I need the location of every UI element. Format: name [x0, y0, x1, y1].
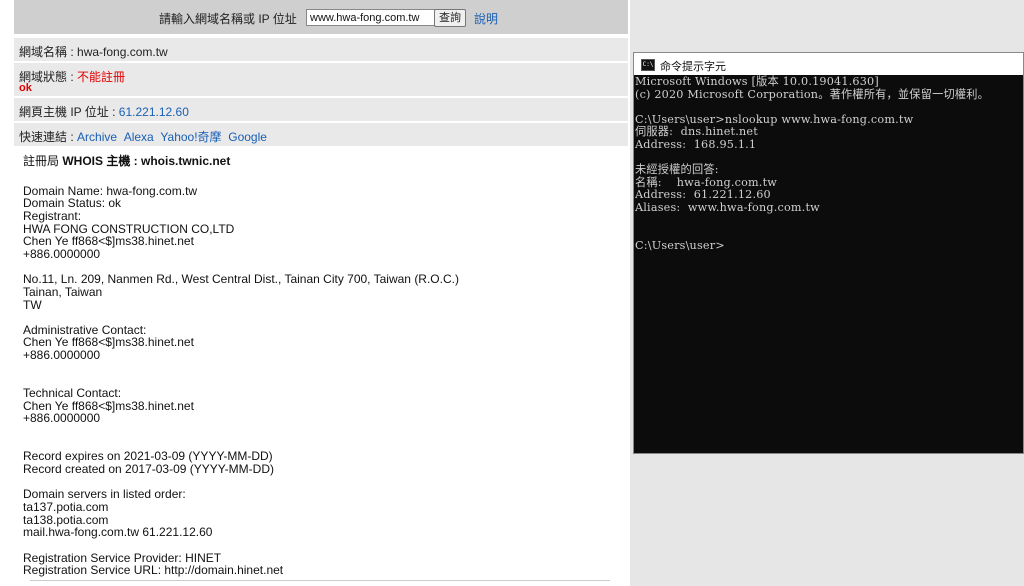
cmd-titlebar[interactable]: C:\ 命令提示字元 — [634, 53, 1023, 75]
domain-status-row: 網域狀態 : 不能註冊 ok — [14, 62, 628, 96]
cmd-app-icon: C:\ — [641, 59, 655, 71]
cmd-window-title: 命令提示字元 — [660, 61, 726, 73]
domain-name-row: 網域名稱 : hwa-fong.com.tw — [14, 37, 628, 61]
google-link[interactable]: Google — [228, 130, 267, 144]
command-prompt-window[interactable]: C:\ 命令提示字元 Microsoft Windows [版本 10.0.19… — [633, 52, 1024, 454]
search-bar: 請輸入網域名稱或 IP 位址 查詢 說明 — [14, 0, 628, 34]
ip-link[interactable]: 61.221.12.60 — [119, 105, 189, 119]
cmd-console[interactable]: Microsoft Windows [版本 10.0.19041.630] (c… — [634, 75, 1023, 453]
whois-server-heading: 註冊局 WHOIS 主機 : whois.twnic.net — [23, 154, 231, 168]
quick-links-label: 快速連結 : — [19, 130, 78, 144]
archive-link[interactable]: Archive — [77, 130, 117, 144]
status-value: 不能註冊 — [77, 70, 126, 84]
whois-page: 請輸入網域名稱或 IP 位址 查詢 說明 網域名稱 : hwa-fong.com… — [0, 0, 630, 586]
alexa-link[interactable]: Alexa — [124, 130, 154, 144]
query-button[interactable]: 查詢 — [434, 9, 466, 27]
domain-name-value: hwa-fong.com.tw — [77, 45, 168, 59]
help-link[interactable]: 說明 — [474, 10, 498, 27]
cmd-output: Microsoft Windows [版本 10.0.19041.630] (c… — [635, 75, 990, 252]
divider — [30, 580, 610, 581]
quick-links-row: 快速連結 : Archive Alexa Yahoo!奇摩 Google — [14, 122, 628, 146]
search-label: 請輸入網域名稱或 IP 位址 — [159, 12, 297, 26]
ip-label: 網頁主機 IP 位址 : — [19, 105, 119, 119]
domain-status-text: 網域狀態 : 不能註冊 — [19, 70, 126, 84]
status-ok: ok — [19, 82, 32, 94]
whois-result: 註冊局 WHOIS 主機 : whois.twnic.net Domain Na… — [23, 155, 613, 577]
ip-row: 網頁主機 IP 位址 : 61.221.12.60 — [14, 97, 628, 121]
whois-record-text: Domain Name: hwa-fong.com.tw Domain Stat… — [23, 183, 459, 578]
yahoo-link[interactable]: Yahoo!奇摩 — [160, 130, 221, 144]
domain-search-input[interactable] — [306, 9, 436, 26]
domain-name-text: 網域名稱 : hwa-fong.com.tw — [19, 45, 168, 59]
